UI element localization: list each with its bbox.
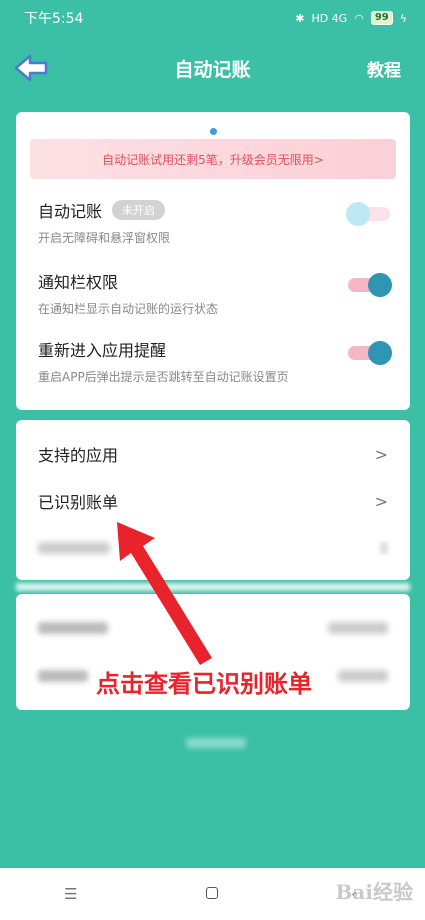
page-title: 自动记账 — [174, 58, 251, 81]
chevron-right-icon: > — [374, 491, 388, 511]
home-square-icon — [206, 887, 219, 899]
setting-title: 通知栏权限 — [38, 273, 119, 292]
setting-auto-bookkeeping: 自动记账 未开启 开启无障碍和悬浮窗权限 — [38, 198, 392, 246]
settings-card: 自动记账试用还剩5笔，升级会员无限用> 自动记账 未开启 开启无障碍和悬浮窗权限… — [16, 112, 410, 410]
list-item-label: 已识别账单 — [38, 493, 119, 512]
blurred-list-item[interactable] — [38, 616, 388, 640]
blurred-label — [38, 542, 110, 554]
wifi-icon: ◠ — [354, 11, 364, 25]
setting-title: 重新进入应用提醒 — [38, 341, 167, 360]
blurred-value — [338, 670, 388, 682]
setting-reentry-reminder: 重新进入应用提醒 重启APP后弹出提示是否跳转至自动记账设置页 — [38, 337, 392, 385]
blurred-label — [38, 670, 88, 682]
list-item-label: 支持的应用 — [38, 446, 119, 465]
home-button[interactable] — [192, 885, 232, 903]
chevron-right-icon: > — [374, 444, 388, 464]
trial-banner-text: 自动记账试用还剩5笔，升级会员无限用> — [102, 152, 324, 167]
supported-apps-item[interactable]: 支持的应用 > — [38, 442, 388, 466]
blurred-footer-text — [186, 738, 246, 748]
blurred-label — [38, 622, 108, 634]
setting-subtitle: 重启APP后弹出提示是否跳转至自动记账设置页 — [38, 370, 289, 384]
header: 自动记账 教程 — [0, 42, 425, 94]
signal-text: HD 4G — [311, 11, 348, 25]
list-card: 支持的应用 > 已识别账单 > — [16, 420, 410, 580]
setting-notification-permission: 通知栏权限 在通知栏显示自动记账的运行状态 — [38, 269, 392, 317]
bluetooth-icon: ✱ — [295, 11, 305, 25]
blurred-chevron — [380, 542, 388, 554]
status-time: 下午5:54 — [24, 11, 84, 27]
back-arrow-icon[interactable] — [12, 48, 56, 88]
watermark-logo: Bai经验 — [335, 880, 413, 904]
auto-bookkeeping-toggle[interactable] — [346, 202, 392, 226]
menu-icon[interactable]: ☰ — [51, 885, 91, 903]
charging-icon: ϟ — [399, 11, 407, 25]
setting-subtitle: 在通知栏显示自动记账的运行状态 — [38, 302, 219, 316]
annotation-text: 点击查看已识别账单 — [96, 670, 312, 698]
page-indicator-dot — [210, 128, 217, 135]
status-bar: 下午5:54 ✱ HD 4G ◠ 99 ϟ — [0, 0, 425, 36]
status-badge: 未开启 — [112, 200, 166, 220]
battery-icon: 99 — [370, 11, 393, 25]
blurred-divider — [16, 583, 410, 591]
reentry-reminder-toggle[interactable] — [346, 341, 392, 365]
status-icons: ✱ HD 4G ◠ 99 ϟ — [295, 11, 407, 25]
blurred-value — [328, 622, 388, 634]
tutorial-button[interactable]: 教程 — [367, 56, 401, 81]
blurred-list-item[interactable] — [38, 536, 388, 560]
recognized-bills-item[interactable]: 已识别账单 > — [38, 489, 388, 513]
notification-permission-toggle[interactable] — [346, 273, 392, 297]
trial-banner[interactable]: 自动记账试用还剩5笔，升级会员无限用> — [30, 139, 396, 179]
setting-title: 自动记账 — [38, 202, 103, 221]
setting-subtitle: 开启无障碍和悬浮窗权限 — [38, 231, 171, 245]
